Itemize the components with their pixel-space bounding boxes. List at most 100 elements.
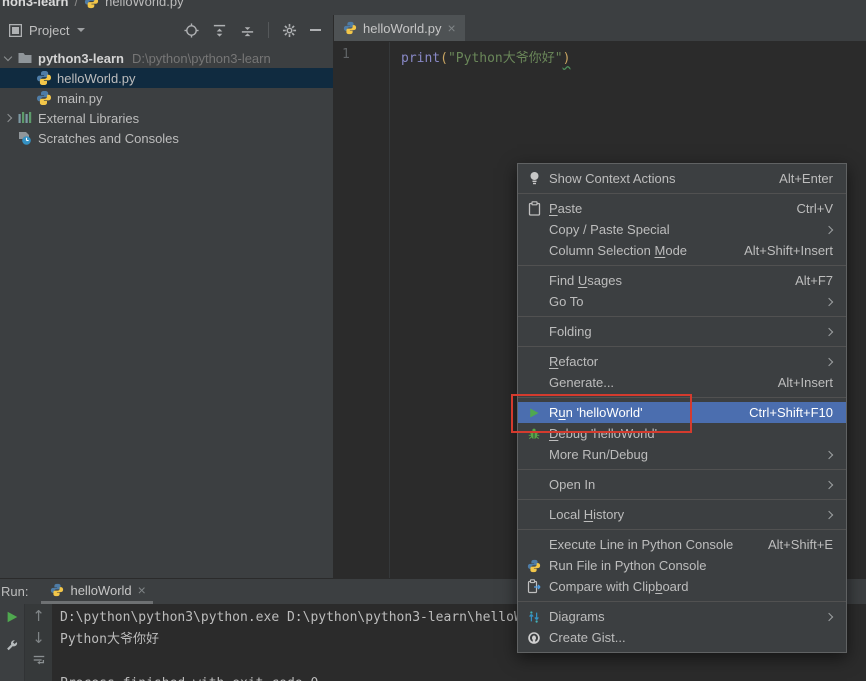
python-file-icon	[50, 583, 64, 597]
menu-item-folding[interactable]: Folding	[518, 321, 846, 342]
menu-item-refactor[interactable]: Refactor	[518, 351, 846, 372]
submenu-arrow-icon	[825, 480, 833, 488]
close-icon[interactable]: ×	[138, 583, 146, 597]
submenu-arrow-icon	[825, 450, 833, 458]
breadcrumb-file[interactable]: helloWorld.py	[105, 0, 184, 9]
menu-separator	[518, 265, 846, 266]
breadcrumb: hon3-learn / helloWorld.py	[0, 0, 866, 9]
run-toolbar	[0, 604, 25, 681]
submenu-arrow-icon	[825, 327, 833, 335]
tool-window-icon	[9, 24, 22, 37]
submenu-arrow-icon	[825, 297, 833, 305]
submenu-arrow-icon	[825, 612, 833, 620]
tree-item-path: D:\python\python3-learn	[132, 51, 271, 66]
menu-item-create-gist[interactable]: Create Gist...	[518, 627, 846, 648]
tree-item-external-libraries[interactable]: External Libraries	[0, 108, 333, 128]
annotation-red-box	[511, 394, 692, 433]
scratches-icon	[17, 130, 33, 146]
menu-item-paste[interactable]: Paste Ctrl+V	[518, 198, 846, 219]
python-file-icon	[36, 70, 52, 86]
chevron-expanded-icon[interactable]	[4, 53, 12, 61]
submenu-arrow-icon	[825, 225, 833, 233]
python-file-icon	[343, 21, 357, 35]
rerun-icon[interactable]	[5, 610, 19, 624]
locate-file-icon[interactable]	[184, 23, 199, 38]
menu-item-find-usages[interactable]: Find Usages Alt+F7	[518, 270, 846, 291]
line-number: 1	[342, 47, 350, 62]
submenu-arrow-icon	[825, 357, 833, 365]
menu-separator	[518, 499, 846, 500]
menu-item-show-context-actions[interactable]: Show Context Actions Alt+Enter	[518, 168, 846, 189]
tree-item-main[interactable]: main.py	[0, 88, 333, 108]
chevron-down-icon[interactable]	[77, 28, 85, 32]
menu-item-open-in[interactable]: Open In	[518, 474, 846, 495]
tree-item-helloworld[interactable]: helloWorld.py	[0, 68, 333, 88]
menu-separator	[518, 529, 846, 530]
compare-clipboard-icon	[526, 579, 542, 595]
chevron-collapsed-icon[interactable]	[4, 114, 12, 122]
folder-icon	[17, 50, 33, 66]
python-icon	[526, 558, 542, 574]
console-toolbar: ↑ ↓	[25, 604, 52, 681]
code-token-open-paren: (	[440, 51, 448, 66]
toolbar-separator	[268, 22, 269, 38]
tree-item-label: main.py	[57, 91, 103, 106]
code-token-string: "Python大爷你好"	[448, 51, 563, 66]
tab-helloworld[interactable]: helloWorld.py ×	[334, 15, 465, 41]
soft-wrap-icon[interactable]	[32, 653, 46, 667]
submenu-arrow-icon	[825, 510, 833, 518]
menu-item-execute-line-in-python-console[interactable]: Execute Line in Python Console Alt+Shift…	[518, 534, 846, 555]
library-icon	[17, 110, 33, 126]
run-tab-label: helloWorld	[70, 583, 131, 598]
github-icon	[526, 630, 542, 646]
menu-item-compare-with-clipboard[interactable]: Compare with Clipboard	[518, 576, 846, 597]
run-panel-title: Run:	[0, 584, 28, 599]
hide-panel-icon[interactable]	[310, 29, 321, 31]
tree-item-label: helloWorld.py	[57, 71, 136, 86]
menu-separator	[518, 193, 846, 194]
expand-all-icon[interactable]	[212, 23, 227, 38]
menu-separator	[518, 469, 846, 470]
menu-item-diagrams[interactable]: Diagrams	[518, 606, 846, 627]
breadcrumb-project[interactable]: hon3-learn	[2, 0, 68, 9]
code-token-close-paren: )	[563, 51, 571, 66]
collapse-all-icon[interactable]	[240, 23, 255, 38]
up-stack-icon[interactable]: ↑	[32, 609, 45, 624]
tree-item-label: External Libraries	[38, 111, 139, 126]
menu-item-local-history[interactable]: Local History	[518, 504, 846, 525]
tree-item-label: python3-learn	[38, 51, 124, 66]
menu-item-go-to[interactable]: Go To	[518, 291, 846, 312]
console-line-blank	[60, 651, 866, 673]
down-stack-icon[interactable]: ↓	[32, 631, 45, 646]
menu-separator	[518, 601, 846, 602]
tree-item-root[interactable]: python3-learn D:\python\python3-learn	[0, 48, 333, 68]
diagrams-icon	[526, 609, 542, 625]
run-tab-helloworld[interactable]: helloWorld ×	[41, 579, 152, 604]
code-token-print: print	[401, 51, 440, 66]
editor-gutter: 1	[334, 42, 390, 578]
menu-separator	[518, 316, 846, 317]
close-icon[interactable]: ×	[448, 21, 456, 35]
menu-item-more-run-debug[interactable]: More Run/Debug	[518, 444, 846, 465]
window-titlebar: hon3-learn / helloWorld.py	[0, 0, 866, 15]
project-tree: python3-learn D:\python\python3-learn he…	[0, 45, 333, 148]
wrench-icon[interactable]	[5, 639, 19, 653]
gear-icon[interactable]	[282, 23, 297, 38]
python-file-icon	[36, 90, 52, 106]
clipboard-icon	[526, 201, 542, 217]
project-panel-title[interactable]: Project	[29, 23, 69, 38]
breadcrumb-separator: /	[74, 0, 78, 9]
python-file-icon	[84, 0, 99, 9]
console-line-exit: Process finished with exit code 0	[60, 673, 866, 681]
project-panel-header: Project	[0, 15, 333, 45]
project-toolbar	[184, 22, 321, 38]
tree-item-label: Scratches and Consoles	[38, 131, 179, 146]
lightbulb-icon	[526, 171, 542, 187]
menu-separator	[518, 346, 846, 347]
tree-item-scratches[interactable]: Scratches and Consoles	[0, 128, 333, 148]
menu-item-run-file-in-python-console[interactable]: Run File in Python Console	[518, 555, 846, 576]
menu-item-generate[interactable]: Generate... Alt+Insert	[518, 372, 846, 393]
menu-item-copy-paste-special[interactable]: Copy / Paste Special	[518, 219, 846, 240]
menu-item-column-selection-mode[interactable]: Column Selection Mode Alt+Shift+Insert	[518, 240, 846, 261]
project-tool-window: Project python3-learn D:\python\python3-…	[0, 15, 334, 578]
